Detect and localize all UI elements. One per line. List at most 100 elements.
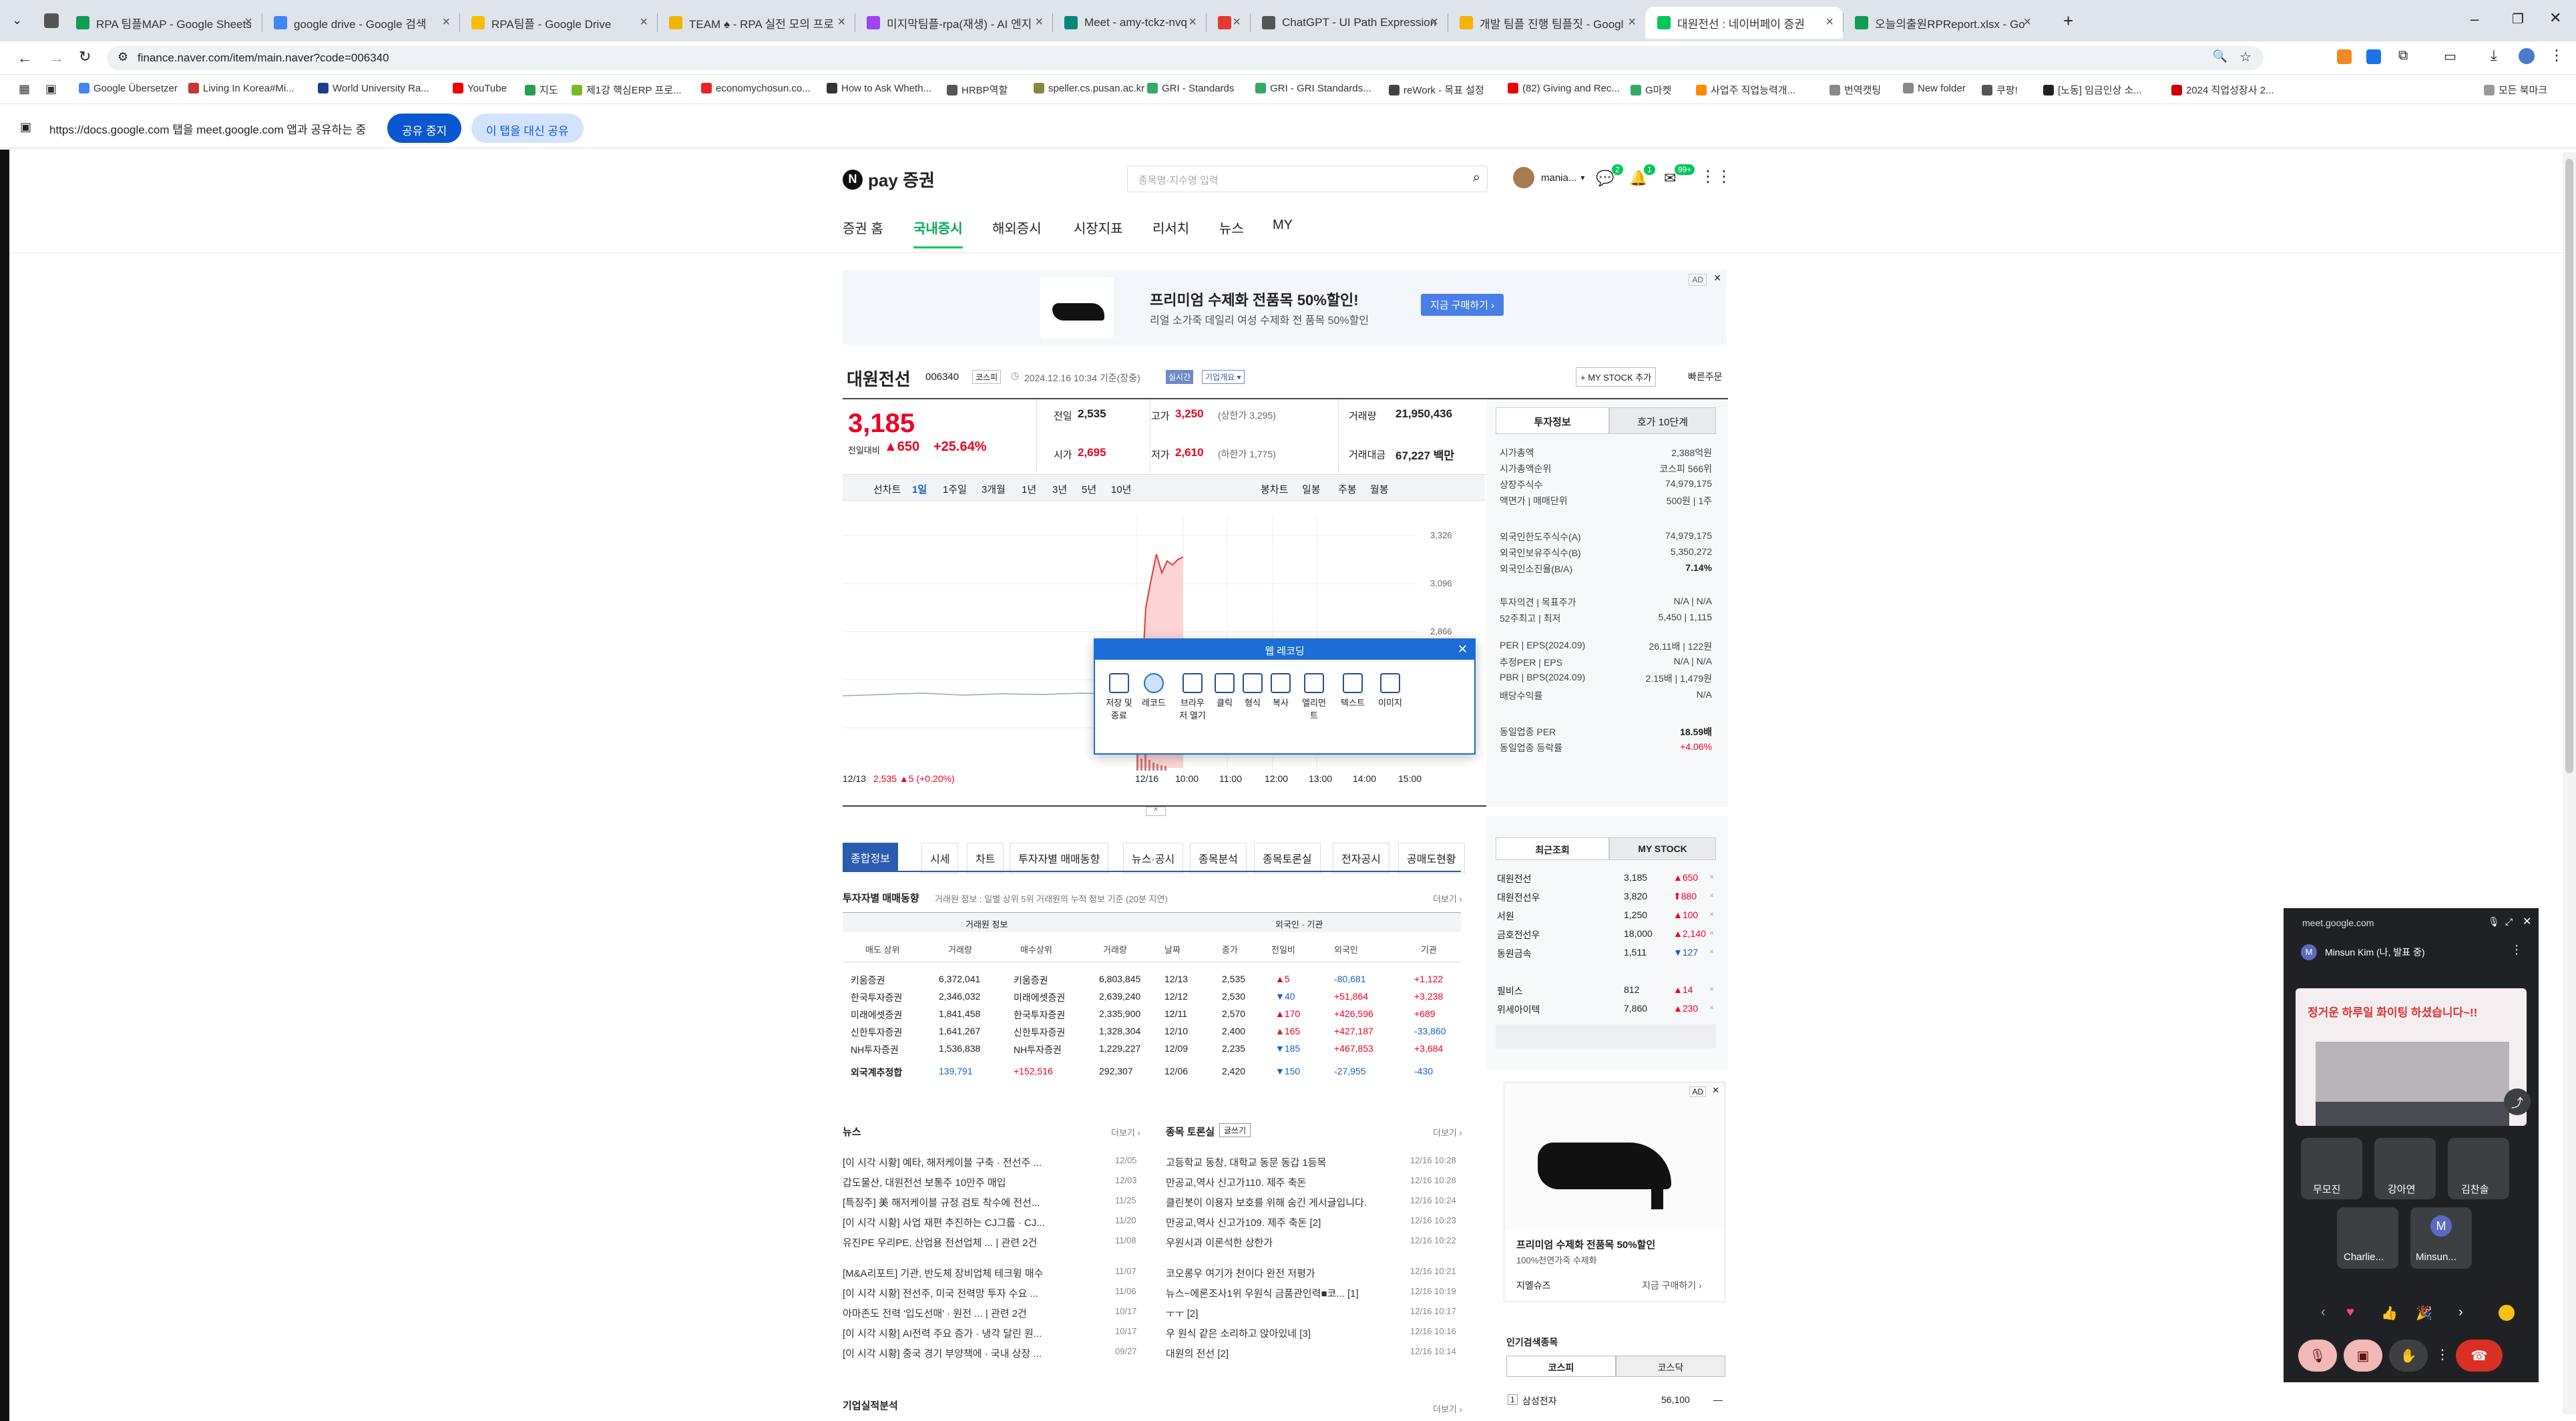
more-link[interactable]: 더보기 › [1433, 892, 1462, 905]
close-icon[interactable]: ✕ [2523, 915, 2531, 928]
user-menu[interactable]: mania... ▾ [1513, 167, 1584, 188]
extension-icon[interactable] [2337, 49, 2352, 64]
period-6[interactable]: 5년 [1082, 482, 1096, 496]
recent-name[interactable]: 대원전선우 [1497, 891, 1540, 904]
stock-search-input[interactable]: 종목명·지수명 입력 ⌕ [1127, 166, 1488, 192]
forward-icon[interactable]: → [49, 49, 64, 67]
thumbs-up-reaction-icon[interactable]: 👍 [2381, 1305, 2398, 1322]
board-item[interactable]: 만공교,역사 신고가110. 제주 축돈 [1166, 1175, 1306, 1189]
recent-name[interactable]: 위세아이텍 [1497, 1003, 1540, 1016]
analysis-more-link[interactable]: 더보기 › [1433, 1402, 1462, 1415]
tab-close-icon[interactable]: × [1233, 15, 1241, 30]
download-icon[interactable]: ⤓ [2491, 47, 2497, 64]
bookmark-item[interactable]: reWork - 목표 설정 [1389, 83, 1484, 97]
side-ad[interactable]: AD ✕ 프리미엄 수제화 전품목 50%할인 100%천연가죽 수제화 지엘슈… [1504, 1082, 1725, 1302]
profile-avatar[interactable] [2519, 48, 2535, 64]
heart-reaction-icon[interactable]: ♥ [2346, 1305, 2354, 1320]
tab-close-icon[interactable]: × [837, 15, 845, 30]
search-icon[interactable]: ⌕ [1473, 170, 1480, 186]
stop-sharing-button[interactable]: 공유 중지 [387, 114, 462, 143]
browser-tab[interactable]: TEAM ♠ - RPA 실전 모의 프로 × [657, 7, 855, 39]
more-menu-icon[interactable]: ⋮ [2511, 943, 2523, 957]
period-0[interactable]: 선차트 [873, 482, 901, 496]
news-item[interactable]: [이 시각 시황] AI전력 주요 증가 · 냉각 달린 원... [843, 1326, 1042, 1340]
raise-hand-button[interactable]: ✋ [2389, 1340, 2428, 1372]
restore-window-icon[interactable]: ❐ [2512, 11, 2524, 27]
party-reaction-icon[interactable]: 🎉 [2416, 1305, 2432, 1322]
recent-name[interactable]: 대원전선 [1497, 872, 1532, 885]
board-item[interactable]: 우 원식 같은 소리하고 앉아있네 [3] [1166, 1326, 1311, 1340]
tab-close-icon[interactable]: × [640, 15, 648, 30]
new-tab-button[interactable]: + [2063, 11, 2073, 31]
chevron-left-icon[interactable]: ‹ [2321, 1305, 2326, 1320]
tab-close-icon[interactable]: × [1189, 15, 1197, 30]
participant-tile[interactable]: Charlie... [2337, 1207, 2398, 1269]
write-post-button[interactable]: 글쓰기 [1219, 1123, 1251, 1137]
bookmark-item[interactable]: GRI - GRI Standards... [1255, 83, 1371, 94]
bookmark-item[interactable]: 지도 [525, 83, 558, 97]
bookmark-item[interactable]: GRI - Standards [1147, 83, 1234, 94]
back-icon[interactable]: ← [17, 49, 32, 67]
tool-4[interactable]: 형식 [1238, 673, 1267, 708]
news-item[interactable]: 유진PE 우리PE, 산업용 전선업체 ... | 관련 2건 [843, 1235, 1037, 1249]
news-item[interactable]: [M&A리포트] 기관, 반도체 장비업체 테크윙 매수 [843, 1266, 1043, 1280]
participant-tile[interactable]: 무모진 [2301, 1138, 2362, 1199]
tab-close-icon[interactable]: × [244, 15, 252, 30]
bookmark-star-icon[interactable]: ☆ [2239, 49, 2251, 65]
browser-tab[interactable]: RPA 팀플MAP - Google Sheets × [64, 7, 262, 39]
nav-news[interactable]: 뉴스 [1219, 218, 1244, 237]
remove-icon[interactable]: × [1709, 909, 1714, 919]
browser-tab[interactable]: google drive - Google 검색 × [262, 7, 459, 39]
browser-tab[interactable]: 개발 팀플 진행 팀플짓 - Googl × [1448, 7, 1645, 39]
recent-name[interactable]: 금호전선우 [1497, 928, 1540, 942]
board-item[interactable]: 우원시과 이론석한 상한가 [1166, 1235, 1273, 1249]
tab-list-chevron-icon[interactable]: ⌄ [12, 13, 22, 27]
browser-tab[interactable]: ChatGPT - UI Path Expression × [1250, 7, 1448, 39]
board-item[interactable]: 클린봇이 이용자 보호를 위해 숨긴 게시글입니다. [1166, 1195, 1367, 1209]
close-window-icon[interactable]: ✕ [2549, 9, 2561, 27]
news-item[interactable]: [특징주] 美 해저케이블 규정 검토 착수에 전선... [843, 1195, 1040, 1209]
all-bookmarks[interactable]: 모든 북마크 [2484, 83, 2547, 97]
tab-kosdaq[interactable]: 코스닥 [1616, 1356, 1725, 1377]
scrollbar-thumb[interactable] [2565, 159, 2573, 773]
add-my-stock-button[interactable]: + MY STOCK 추가 [1576, 367, 1657, 387]
tool-5[interactable]: 복사 [1266, 673, 1295, 708]
remove-icon[interactable]: × [1709, 872, 1714, 881]
browser-tab[interactable]: × [1206, 7, 1250, 39]
board-item[interactable]: ㅜㅜ [2] [1166, 1306, 1198, 1320]
tab-close-icon[interactable]: × [1430, 15, 1438, 30]
bookmark-item[interactable]: [노동] 임금인상 소... [2043, 83, 2142, 97]
bookmark-item[interactable]: 사업주 직업능력개... [1696, 83, 1795, 97]
browser-tab[interactable]: Meet - amy-tckz-nvq × [1052, 7, 1206, 39]
period-1[interactable]: 1일 [912, 482, 927, 496]
bookmark-item[interactable]: New folder [1903, 83, 1966, 94]
nav-securities-home[interactable]: 증권 홈 [843, 218, 883, 237]
tool-2[interactable]: 브라우저 열기 [1178, 673, 1207, 721]
naver-logo[interactable]: N pay 증권 [843, 167, 935, 192]
nav-my[interactable]: MY [1273, 218, 1293, 233]
board-item[interactable]: 대원의 전선 [2] [1166, 1346, 1229, 1360]
chart-collapse-handle[interactable]: ^ [1146, 807, 1166, 816]
reading-list-icon[interactable]: ▣ [45, 82, 57, 96]
more-menu-icon[interactable]: ⋮ [2549, 47, 2564, 64]
address-bar[interactable]: ⚙ finance.naver.com/item/main.naver?code… [107, 46, 2264, 70]
bookmark-item[interactable]: HRBP역할 [947, 83, 1008, 97]
side-ad-cta[interactable]: 지금 구매하기 › [1642, 1279, 1702, 1292]
tool-6[interactable]: 엘리먼트 [1299, 673, 1329, 721]
info-tab[interactable]: 공매도현황 [1398, 843, 1465, 873]
info-tab[interactable]: 시세 [921, 843, 959, 873]
more-menu-icon[interactable]: ⋮ [2436, 1346, 2449, 1363]
participant-tile[interactable]: 강아연 [2374, 1138, 2436, 1199]
site-info-icon[interactable]: ⚙ [118, 50, 128, 64]
mic-icon[interactable]: 🎙 [2488, 916, 2500, 928]
remove-icon[interactable]: × [1709, 1003, 1714, 1012]
tab-close-icon[interactable]: × [1035, 15, 1043, 30]
info-tab[interactable]: 차트 [967, 843, 1004, 873]
bookmark-item[interactable]: economychosun.co... [701, 83, 811, 94]
remove-icon[interactable]: × [1709, 928, 1714, 938]
tool-8[interactable]: 이미지 [1375, 673, 1405, 708]
bookmark-item[interactable]: G마켓 [1631, 83, 1671, 97]
nav-market-index[interactable]: 시장지표 [1074, 218, 1123, 237]
top-ad-banner[interactable]: 프리미엄 수제화 전품목 50%할인! 리얼 소가죽 데일리 여성 수제화 전 … [843, 270, 1727, 345]
remove-icon[interactable]: × [1709, 891, 1714, 900]
